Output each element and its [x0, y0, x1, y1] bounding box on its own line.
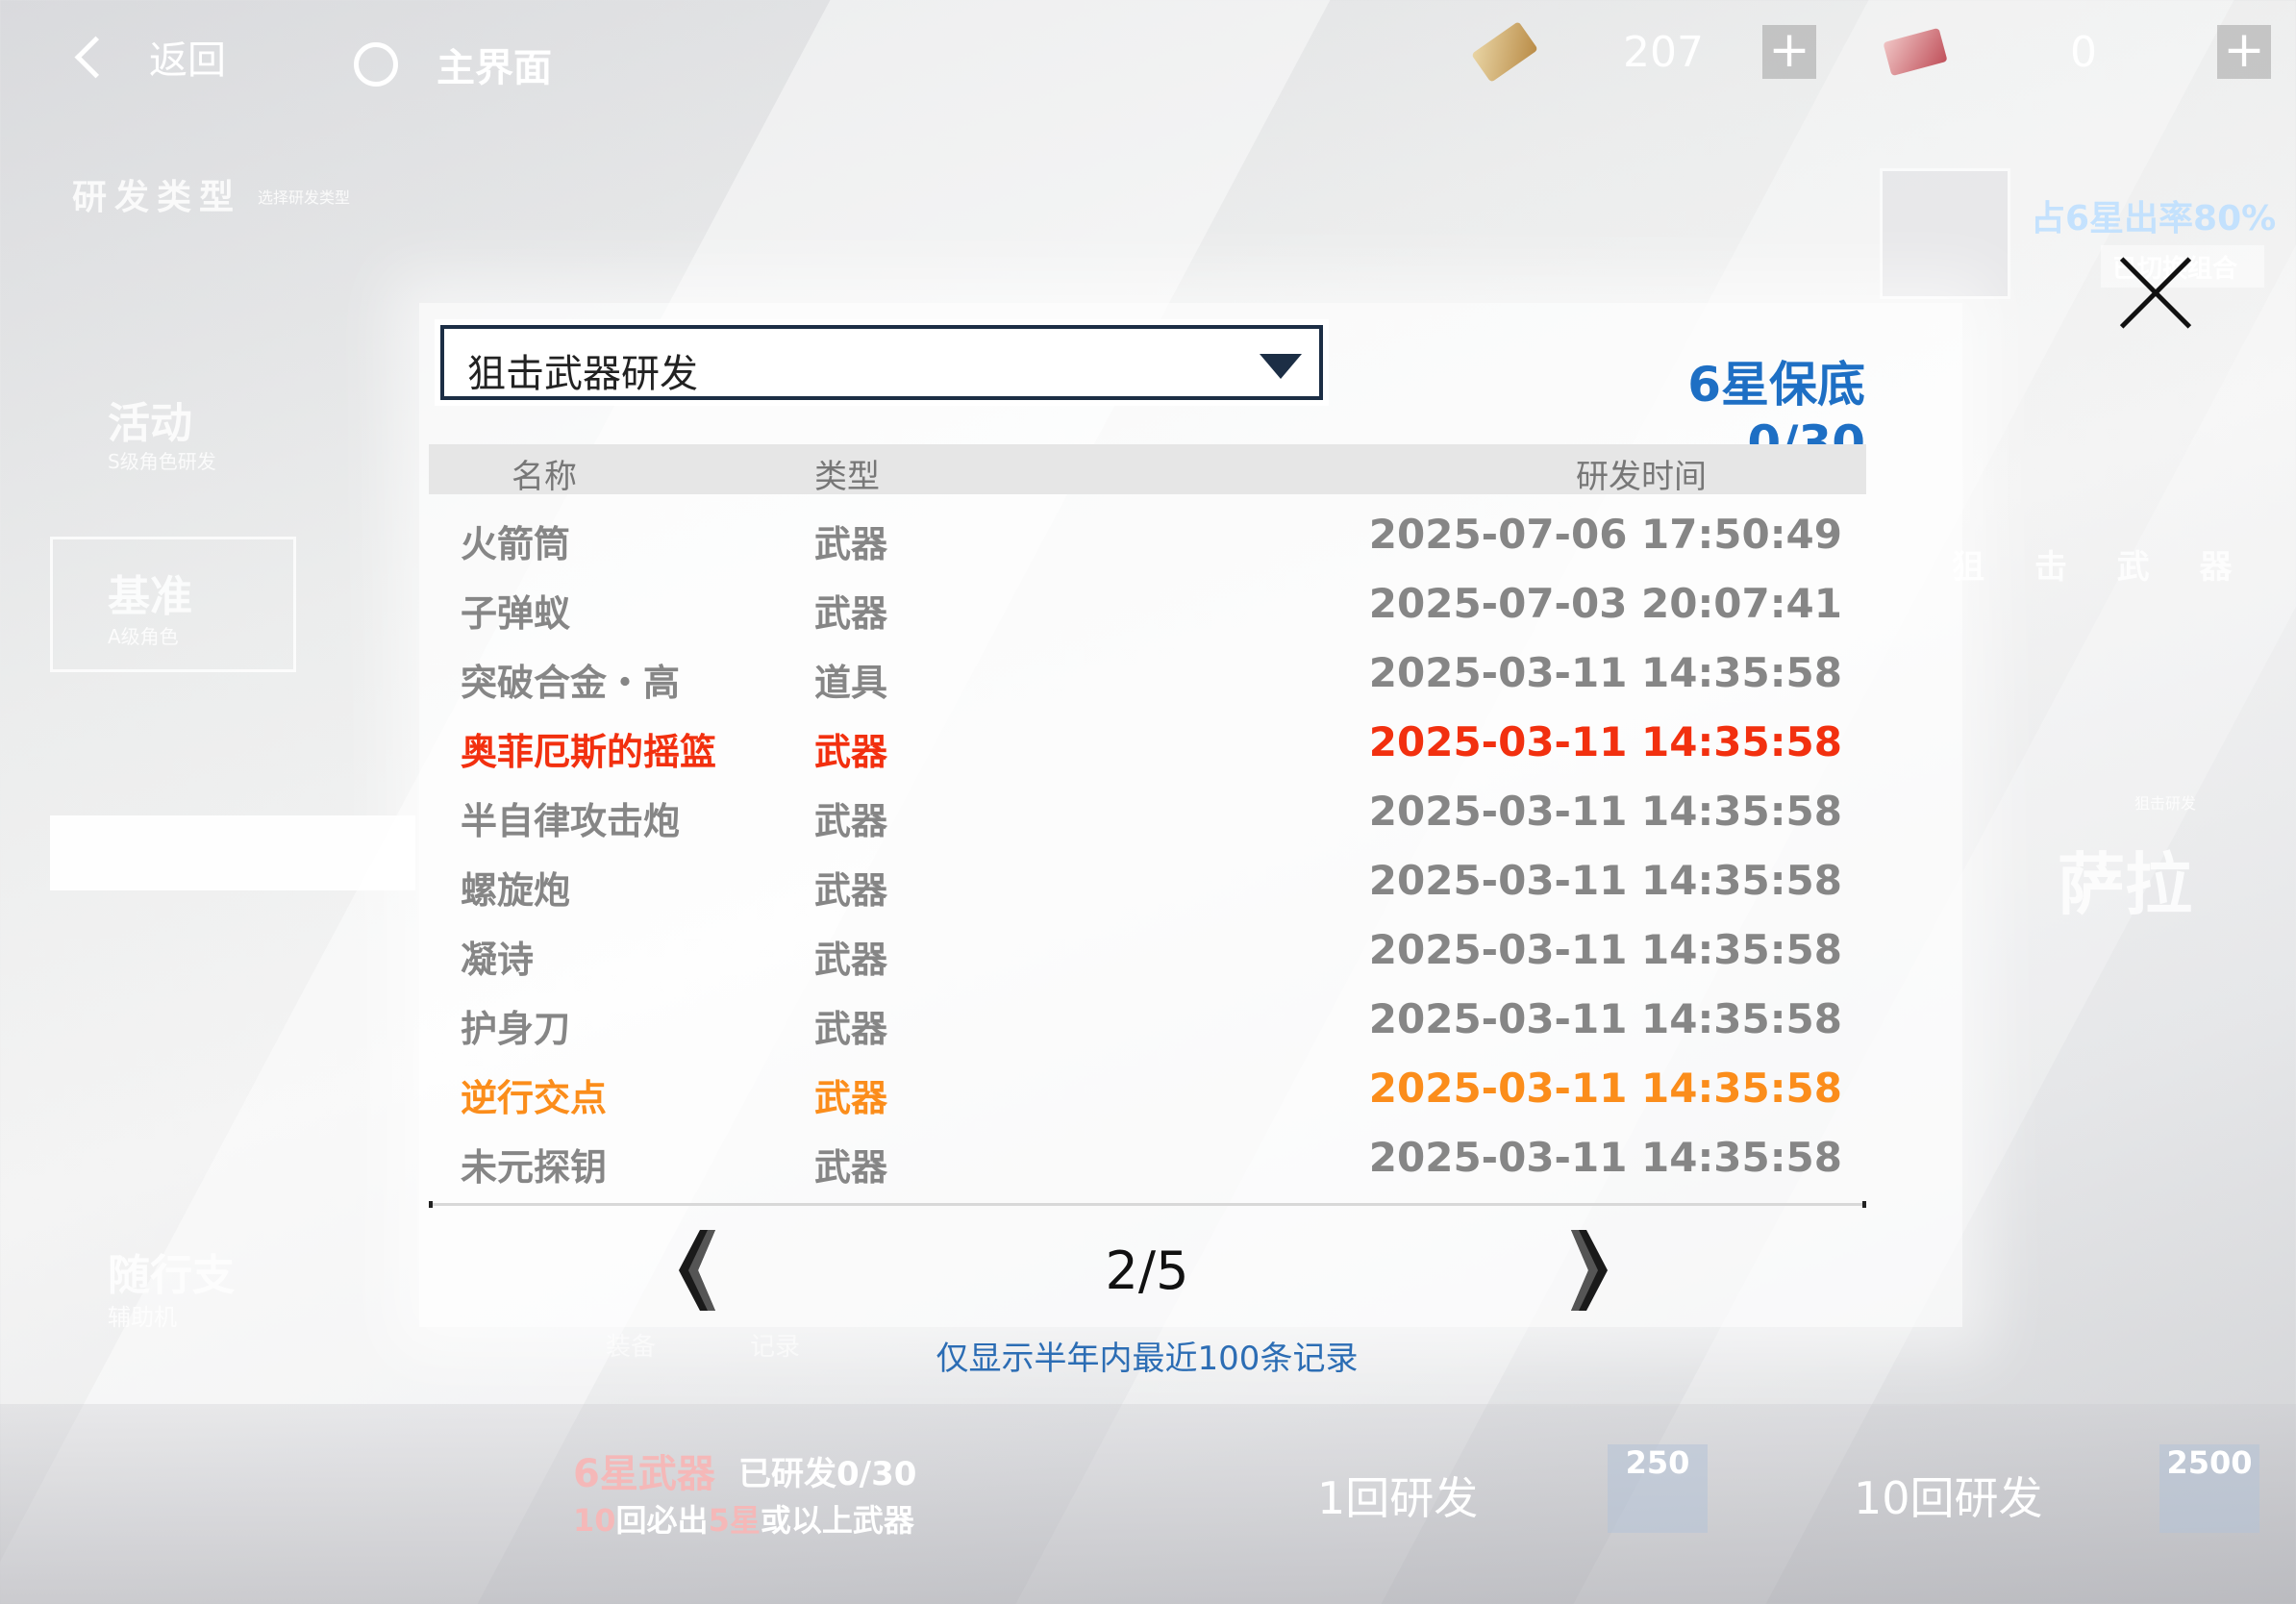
tab-selected-highlight: [50, 815, 415, 890]
developed-count: 已研发0/30: [738, 1455, 917, 1493]
table-row: 火箭筒 武器 2025-07-06 17:50:49: [429, 505, 1866, 574]
row-time: 2025-03-11 14:35:58: [1368, 857, 1842, 904]
star-label: 6星武器: [573, 1442, 715, 1498]
row-time: 2025-03-11 14:35:58: [1368, 718, 1842, 765]
pull-1-button[interactable]: 1回研发: [1317, 1464, 1478, 1527]
table-header: 名称 类型 研发时间: [429, 444, 1866, 496]
page-indicator: 2/5: [1105, 1241, 1189, 1301]
table-row: 凝诗 武器 2025-03-11 14:35:58: [429, 920, 1866, 990]
tab-standard[interactable]: 基准: [108, 562, 192, 623]
pool-select-dropdown[interactable]: 狙击武器研发: [440, 325, 1323, 400]
row-time: 2025-03-11 14:35:58: [1368, 1134, 1842, 1181]
row-time: 2025-03-11 14:35:58: [1368, 649, 1842, 696]
bottom-tab-equip[interactable]: 装备: [606, 1327, 656, 1363]
tab-support-sub: 辅助机: [108, 1304, 177, 1331]
rd-type-subtitle: 选择研发类型: [258, 188, 351, 207]
red-ticket-icon: [1883, 27, 1948, 77]
row-time: 2025-03-11 14:35:58: [1368, 788, 1842, 835]
row-name: 子弹蚁: [461, 592, 571, 635]
guarantee-count: 10: [573, 1502, 616, 1539]
guarantee-end: 或以上武器: [760, 1502, 914, 1539]
records-note: 仅显示半年内最近100条记录: [936, 1340, 1359, 1378]
row-type: 武器: [814, 869, 888, 912]
red-plus-button[interactable]: +: [2217, 25, 2271, 79]
table-row: 奥菲厄斯的摇篮 武器 2025-03-11 14:35:58: [429, 713, 1866, 782]
table-row: 逆行交点 武器 2025-03-11 14:35:58: [429, 1059, 1866, 1128]
table-row: 护身刀 武器 2025-03-11 14:35:58: [429, 990, 1866, 1059]
star-label-text: 6星武器: [573, 1452, 715, 1496]
rd-type-title: 研发类型: [72, 178, 242, 217]
row-name: 护身刀: [461, 1008, 571, 1050]
row-time: 2025-07-06 17:50:49: [1368, 511, 1842, 558]
gold-ticket-icon: [1471, 21, 1538, 83]
guarantee-mid: 必出: [646, 1502, 709, 1539]
row-time: 2025-03-11 14:35:58: [1368, 926, 1842, 973]
guarantee-star: 5星: [708, 1502, 761, 1539]
home-ring-icon: [354, 42, 398, 87]
back-chevron-icon: [74, 36, 117, 78]
table-row: 半自律攻击炮 武器 2025-03-11 14:35:58: [429, 782, 1866, 851]
col-type: 类型: [814, 458, 880, 496]
close-icon[interactable]: [2113, 252, 2196, 335]
table-row: 螺旋炮 武器 2025-03-11 14:35:58: [429, 851, 1866, 920]
back-label: 返回: [149, 38, 226, 83]
pull-10-button[interactable]: 10回研发: [1854, 1464, 2043, 1527]
banner-name: 萨拉: [2058, 845, 2192, 924]
top-bar: 返回 主界面 207 + 0 +: [0, 0, 2296, 125]
row-type: 道具: [814, 662, 888, 704]
pull-1-cost: 250: [1608, 1444, 1708, 1533]
row-type: 武器: [814, 1146, 888, 1189]
row-type: 武器: [814, 939, 888, 981]
row-type: 武器: [814, 800, 888, 842]
home-label: 主界面: [437, 46, 552, 90]
row-time: 2025-03-11 14:35:58: [1368, 1065, 1842, 1112]
rate-text: 占6星出率80%: [2031, 199, 2277, 238]
row-name: 凝诗: [461, 939, 535, 981]
row-name: 火箭筒: [461, 523, 571, 565]
weapon-thumbnail[interactable]: [1880, 168, 2010, 299]
banner-tag: 狙击研发: [2134, 794, 2197, 813]
banner-title: 狙 击 武 器: [1952, 548, 2252, 587]
row-type: 武器: [814, 592, 888, 635]
resource-gold: 207 +: [1471, 21, 1816, 83]
row-type: 武器: [814, 731, 888, 773]
prev-page-icon[interactable]: [673, 1226, 727, 1315]
resource-red: 0 +: [1883, 25, 2271, 79]
table-divider: [429, 1201, 1866, 1208]
row-type: 武器: [814, 1077, 888, 1119]
back-button[interactable]: 返回: [67, 29, 226, 85]
table-row: 突破合金・高 道具 2025-03-11 14:35:58: [429, 643, 1866, 713]
col-time: 研发时间: [1576, 458, 1707, 496]
pull-10-cost: 2500: [2159, 1444, 2259, 1533]
guarantee-hui: 回: [615, 1502, 647, 1539]
tab-event-sub: S级角色研发: [108, 450, 216, 473]
tab-standard-sub: A级角色: [108, 625, 179, 648]
row-name: 奥菲厄斯的摇篮: [461, 731, 717, 773]
tab-event[interactable]: 活动: [108, 388, 192, 450]
row-name: 逆行交点: [461, 1077, 608, 1119]
dropdown-caret-icon: [1260, 354, 1302, 379]
home-button[interactable]: 主界面: [354, 37, 552, 92]
next-page-icon[interactable]: [1560, 1226, 1613, 1315]
row-name: 螺旋炮: [461, 869, 571, 912]
bottom-tab-records[interactable]: 记录: [750, 1327, 800, 1363]
row-name: 突破合金・高: [461, 662, 681, 704]
row-type: 武器: [814, 1008, 888, 1050]
gold-plus-button[interactable]: +: [1762, 25, 1816, 79]
row-time: 2025-07-03 20:07:41: [1368, 580, 1842, 627]
gold-value: 207: [1623, 27, 1704, 77]
table-row: 子弹蚁 武器 2025-07-03 20:07:41: [429, 574, 1866, 643]
row-time: 2025-03-11 14:35:58: [1368, 995, 1842, 1042]
red-value: 0: [2070, 27, 2097, 77]
row-name: 半自律攻击炮: [461, 800, 681, 842]
table-row: 未元探钥 武器 2025-03-11 14:35:58: [429, 1128, 1866, 1197]
pool-select-value: 狙击武器研发: [467, 352, 698, 396]
guarantee-text: 10回必出5星或以上武器: [573, 1496, 914, 1541]
tab-support[interactable]: 随行支: [108, 1241, 235, 1302]
col-name: 名称: [512, 458, 577, 496]
row-type: 武器: [814, 523, 888, 565]
row-name: 未元探钥: [461, 1146, 608, 1189]
